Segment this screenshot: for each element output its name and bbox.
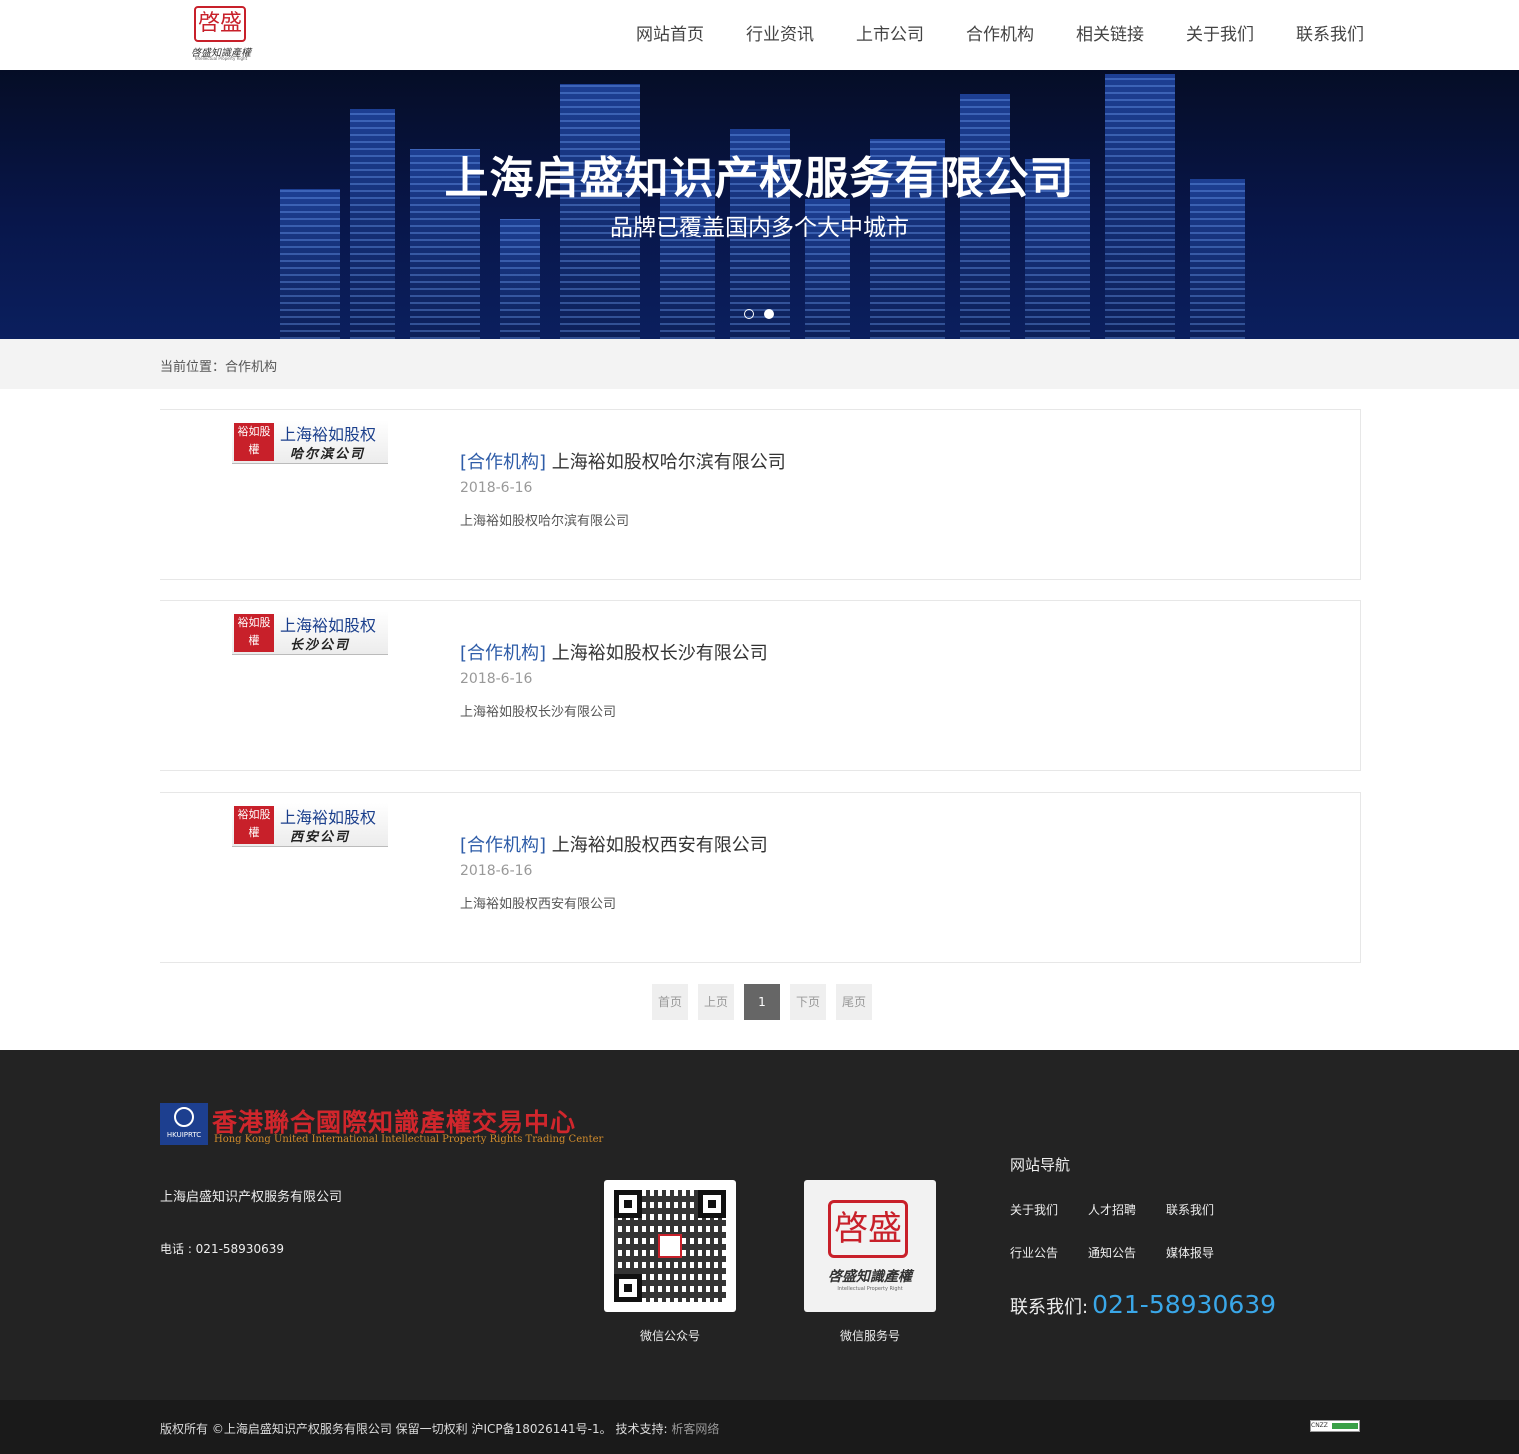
contact-label: 联系我们: <box>1010 1297 1089 1318</box>
article-date: 2018-6-16 <box>460 671 533 687</box>
site-header: 啓盛 啓盛知識產權 Intellectual Property Right 网站… <box>0 0 1519 70</box>
thumb-line2: 长沙公司 <box>290 638 351 653</box>
thumb-stamp: 裕如股權 <box>234 423 274 461</box>
slider-dot-2[interactable] <box>764 309 774 319</box>
article-title[interactable]: 上海裕如股权西安有限公司 <box>552 835 768 856</box>
nav-partners[interactable]: 合作机构 <box>966 0 1034 70</box>
article-title-link[interactable]: [合作机构] 上海裕如股权西安有限公司 <box>460 831 768 857</box>
pager-first[interactable]: 首页 <box>652 984 688 1020</box>
slider-dot-1[interactable] <box>744 309 754 319</box>
thumb-line2: 哈尔滨公司 <box>290 447 366 462</box>
banner-subtitle: 品牌已覆盖国内多个大中城市 <box>610 215 909 241</box>
cnzz-badge[interactable]: CNZZ <box>1310 1420 1360 1432</box>
nav-listed-companies[interactable]: 上市公司 <box>856 0 924 70</box>
thumb-line1: 上海裕如股权 <box>280 616 377 635</box>
qr2-cn: 啓盛知識產權 <box>828 1269 912 1285</box>
thumb-line1: 上海裕如股权 <box>280 425 377 444</box>
nav-about-us[interactable]: 关于我们 <box>1186 0 1254 70</box>
tech-support-link[interactable]: 析客网络 <box>671 1422 719 1436</box>
copyright-bar: 版权所有 ©上海启盛知识产权服务有限公司 保留一切权利 沪ICP备1802614… <box>0 1400 1519 1454</box>
article-desc: 上海裕如股权长沙有限公司 <box>460 705 617 720</box>
nav-industry-news[interactable]: 行业资讯 <box>746 0 814 70</box>
article-date: 2018-6-16 <box>460 863 533 879</box>
footer-logo: HKUIPRTC 香港聯合國際知識產權交易中心 Hong Kong United… <box>160 1103 603 1145</box>
thumb-line1: 上海裕如股权 <box>280 808 377 827</box>
hero-banner: 上海启盛知识产权服务有限公司 品牌已覆盖国内多个大中城市 <box>0 70 1519 339</box>
article-item: 裕如股權 上海裕如股权 长沙公司 [合作机构] 上海裕如股权长沙有限公司 201… <box>160 600 1361 771</box>
slider-dots <box>744 309 784 319</box>
site-logo[interactable]: 啓盛 啓盛知識產權 Intellectual Property Right <box>186 6 256 62</box>
footer-logo-en: Hong Kong United International Intellect… <box>214 1134 604 1145</box>
nav-home[interactable]: 网站首页 <box>636 0 704 70</box>
footer-nav-careers[interactable]: 人才招聘 <box>1088 1201 1166 1244</box>
qr2-en: Intellectual Property Right <box>837 1286 903 1292</box>
copyright-text: 版权所有 ©上海启盛知识产权服务有限公司 保留一切权利 沪ICP备1802614… <box>160 1420 719 1437</box>
banner-title: 上海启盛知识产权服务有限公司 <box>444 153 1075 204</box>
wechat-official-qr <box>604 1180 736 1312</box>
article-thumbnail[interactable]: 裕如股權 上海裕如股权 西安公司 <box>232 803 388 847</box>
nav-related-links[interactable]: 相关链接 <box>1076 0 1144 70</box>
wechat-service-qr: 啓盛 啓盛知識產權 Intellectual Property Right <box>804 1180 936 1312</box>
article-date: 2018-6-16 <box>460 480 533 496</box>
article-category[interactable]: [合作机构] <box>460 643 546 664</box>
footer-company: 上海启盛知识产权服务有限公司 <box>160 1190 343 1205</box>
article-item: 裕如股權 上海裕如股权 西安公司 [合作机构] 上海裕如股权西安有限公司 201… <box>160 792 1361 963</box>
article-thumbnail[interactable]: 裕如股權 上海裕如股权 哈尔滨公司 <box>232 420 388 464</box>
footer-phone: 电话 : 021-58930639 <box>160 1242 284 1256</box>
logo-en-text: Intellectual Property Right <box>194 56 248 61</box>
breadcrumb-label: 当前位置： <box>160 360 226 375</box>
qr1-caption: 微信公众号 <box>639 1329 700 1343</box>
cnzz-text: CNZZ <box>1311 1422 1328 1429</box>
thumb-stamp: 裕如股權 <box>234 806 274 844</box>
article-title[interactable]: 上海裕如股权长沙有限公司 <box>552 643 768 664</box>
footer-nav-notice[interactable]: 通知公告 <box>1088 1244 1166 1287</box>
copyright-main: 版权所有 ©上海启盛知识产权服务有限公司 保留一切权利 沪ICP备1802614… <box>160 1422 672 1436</box>
article-title[interactable]: 上海裕如股权哈尔滨有限公司 <box>552 452 786 473</box>
main-nav: 网站首页 行业资讯 上市公司 合作机构 相关链接 关于我们 联系我们 <box>594 0 1364 70</box>
footer-nav-about[interactable]: 关于我们 <box>1010 1201 1088 1244</box>
thumb-stamp: 裕如股權 <box>234 614 274 652</box>
footer-nav-title: 网站导航 <box>1010 1156 1071 1174</box>
article-desc: 上海裕如股权西安有限公司 <box>460 897 617 912</box>
article-category[interactable]: [合作机构] <box>460 835 546 856</box>
site-footer: HKUIPRTC 香港聯合國際知識產權交易中心 Hong Kong United… <box>0 1050 1519 1400</box>
breadcrumb-bar: 当前位置：合作机构 <box>0 339 1519 389</box>
article-desc: 上海裕如股权哈尔滨有限公司 <box>460 514 630 529</box>
breadcrumb-current[interactable]: 合作机构 <box>225 360 277 375</box>
globe-icon <box>174 1107 194 1127</box>
footer-contact: 联系我们: 021-58930639 <box>1010 1290 1276 1319</box>
footer-nav: 关于我们 人才招聘 联系我们 行业公告 通知公告 媒体报导 <box>1010 1201 1250 1287</box>
article-title-link[interactable]: [合作机构] 上海裕如股权哈尔滨有限公司 <box>460 448 786 474</box>
qr2-caption: 微信服务号 <box>839 1329 900 1343</box>
footer-nav-industry-notice[interactable]: 行业公告 <box>1010 1244 1088 1287</box>
article-thumbnail[interactable]: 裕如股權 上海裕如股权 长沙公司 <box>232 611 388 655</box>
footer-nav-media[interactable]: 媒体报导 <box>1166 1244 1244 1287</box>
logo-seal: 啓盛 <box>194 6 246 42</box>
pager-current[interactable]: 1 <box>744 984 780 1020</box>
nav-contact-us[interactable]: 联系我们 <box>1296 0 1364 70</box>
breadcrumb: 当前位置：合作机构 <box>160 356 277 375</box>
pager-last[interactable]: 尾页 <box>836 984 872 1020</box>
badge-text: HKUIPRTC <box>166 1131 202 1139</box>
pagination: 首页 上页 1 下页 尾页 <box>652 984 882 1020</box>
qr2-seal: 啓盛 <box>828 1200 908 1258</box>
article-title-link[interactable]: [合作机构] 上海裕如股权长沙有限公司 <box>460 639 768 665</box>
thumb-line2: 西安公司 <box>290 830 351 845</box>
pager-next[interactable]: 下页 <box>790 984 826 1020</box>
article-category[interactable]: [合作机构] <box>460 452 546 473</box>
contact-number: 021-58930639 <box>1092 1290 1277 1319</box>
article-item: 裕如股權 上海裕如股权 哈尔滨公司 [合作机构] 上海裕如股权哈尔滨有限公司 2… <box>160 409 1361 580</box>
footer-nav-contact[interactable]: 联系我们 <box>1166 1201 1244 1244</box>
pager-prev[interactable]: 上页 <box>698 984 734 1020</box>
hkuiprtc-badge: HKUIPRTC <box>160 1103 208 1145</box>
